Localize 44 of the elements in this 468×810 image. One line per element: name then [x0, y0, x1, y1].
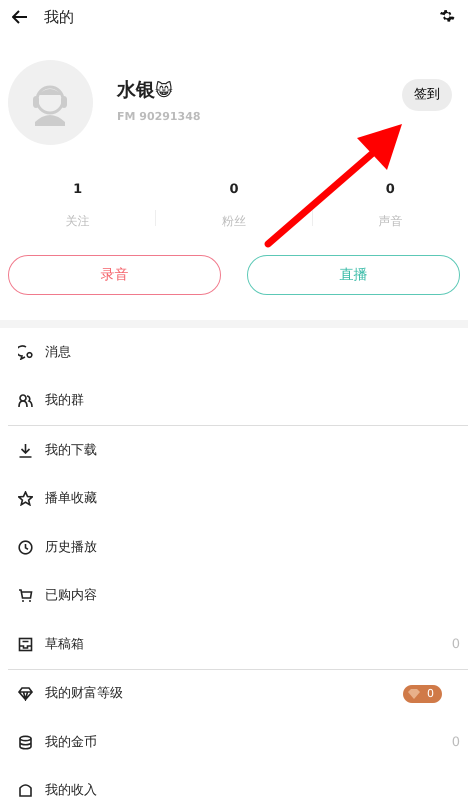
menu-label: 我的群 [45, 392, 84, 410]
page-title: 我的 [44, 6, 74, 28]
menu-item[interactable]: 已购内容 [0, 572, 468, 620]
stat-label: 声音 [378, 212, 402, 230]
clock-icon [18, 540, 33, 555]
star-icon [18, 491, 33, 506]
wealth-level-badge: 0 [403, 684, 442, 703]
stat-value: 0 [229, 181, 239, 199]
count-value: 0 [452, 636, 460, 654]
menu-item[interactable]: 草稿箱 0 [0, 620, 468, 668]
check-in-button[interactable]: 签到 [402, 79, 452, 110]
user-name: 水银 [117, 79, 155, 101]
menu-item[interactable]: 我的财富等级 0 [0, 670, 468, 718]
diamond-icon [18, 686, 33, 702]
cart-icon [18, 588, 33, 604]
download-icon [18, 442, 33, 458]
menu-label: 播单收藏 [45, 490, 97, 508]
menu-item[interactable]: 我的金币 0 [0, 718, 468, 766]
level-icon [407, 688, 421, 700]
menu-item[interactable]: 我的下载 [0, 426, 468, 474]
stat-value: 0 [386, 181, 395, 199]
menu-item[interactable]: 我的群 [0, 376, 468, 425]
menu-label: 历史播放 [45, 538, 97, 556]
menu-item[interactable]: 我的收入 [0, 766, 468, 810]
menu-label: 我的下载 [45, 442, 97, 460]
menu-label: 草稿箱 [45, 636, 84, 654]
count-value: 0 [452, 734, 460, 752]
menu-item[interactable]: 播单收藏 [0, 474, 468, 523]
people-icon [18, 393, 33, 408]
user-id: FM 90291348 [117, 108, 201, 124]
menu-label: 我的收入 [45, 782, 97, 800]
inbox-icon [18, 636, 33, 652]
menu-item[interactable]: 消息 [0, 328, 468, 376]
stat-value: 1 [73, 181, 82, 199]
back-icon[interactable] [12, 10, 28, 24]
menu-label: 我的财富等级 [45, 685, 123, 703]
cat-emoji-icon: 😸 [155, 81, 173, 101]
menu-label: 已购内容 [45, 587, 97, 605]
coin-stack-icon [18, 734, 33, 750]
menu-label: 我的金币 [45, 734, 97, 752]
menu-item[interactable]: 历史播放 [0, 523, 468, 572]
stat-label: 粉丝 [222, 212, 246, 230]
menu-label: 消息 [45, 344, 71, 362]
stat-label: 关注 [66, 212, 90, 230]
